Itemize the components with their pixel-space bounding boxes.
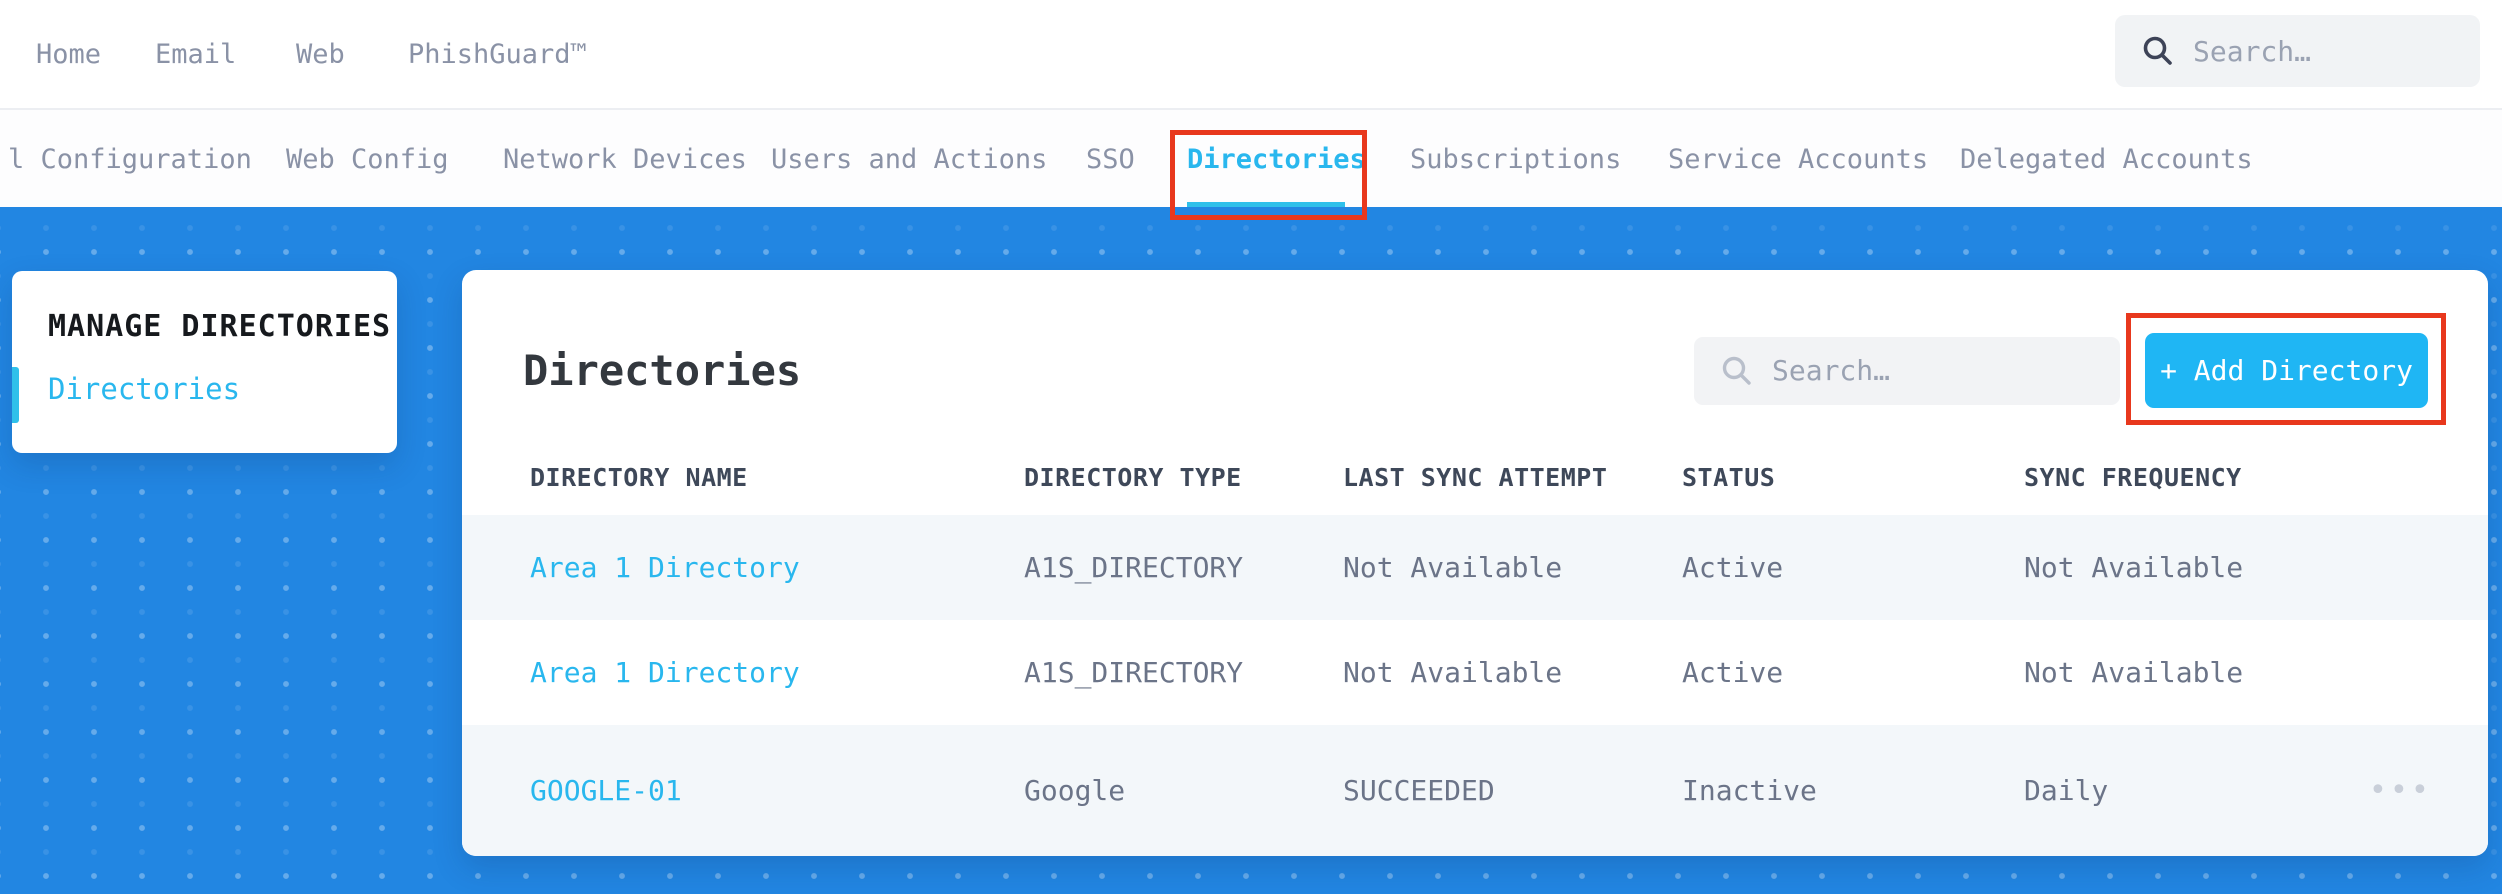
column-header-status: STATUS bbox=[1682, 463, 1776, 492]
table-header-row: DIRECTORY NAME DIRECTORY TYPE LAST SYNC … bbox=[462, 440, 2488, 515]
directories-search-input[interactable]: Search… bbox=[1694, 336, 2120, 405]
sub-nav-delegated-accounts[interactable]: Delegated Accounts bbox=[1960, 110, 2253, 209]
directories-panel: Directories Search… + Add Directory DIRE… bbox=[462, 270, 2488, 856]
directory-type-cell: Google bbox=[1024, 774, 1126, 807]
table-row: Area 1 Directory A1S_DIRECTORY Not Avail… bbox=[462, 620, 2488, 725]
sub-nav-sso[interactable]: SSO bbox=[1086, 110, 1135, 209]
add-directory-button[interactable]: + Add Directory bbox=[2145, 333, 2428, 408]
last-sync-attempt-cell: Not Available bbox=[1343, 551, 1563, 584]
sub-nav-bar: l Configuration Web Config Network Devic… bbox=[0, 108, 2502, 209]
sync-frequency-cell: Not Available bbox=[2024, 656, 2244, 689]
sidebar-item-directories[interactable]: Directories bbox=[48, 372, 397, 406]
sub-nav-configuration-label: l Configuration bbox=[8, 144, 252, 175]
top-nav-web[interactable]: Web bbox=[296, 0, 345, 108]
status-cell: Active bbox=[1682, 551, 1784, 584]
table-row: GOOGLE-01 Google SUCCEEDED Inactive Dail… bbox=[462, 725, 2488, 856]
sub-nav-subscriptions-label: Subscriptions bbox=[1410, 144, 1622, 175]
top-nav-bar: Home Email Web PhishGuard™ Search… bbox=[0, 0, 2502, 108]
sub-nav-directories-label: Directories bbox=[1187, 144, 1366, 175]
last-sync-attempt-cell: SUCCEEDED bbox=[1343, 774, 1495, 807]
column-header-directory-type: DIRECTORY TYPE bbox=[1024, 463, 1242, 492]
sub-nav-web-config[interactable]: Web Config bbox=[286, 110, 449, 209]
sub-nav-subscriptions[interactable]: Subscriptions bbox=[1410, 110, 1621, 209]
directory-name-link[interactable]: GOOGLE-01 bbox=[530, 774, 1024, 807]
top-nav-phishguard[interactable]: PhishGuard™ bbox=[408, 0, 587, 108]
table-row: Area 1 Directory A1S_DIRECTORY Not Avail… bbox=[462, 515, 2488, 620]
sub-nav-delegated-accounts-label: Delegated Accounts bbox=[1960, 144, 2253, 175]
sub-nav-network-devices[interactable]: Network Devices bbox=[503, 110, 747, 209]
status-cell: Inactive bbox=[1682, 774, 1817, 807]
table-body: Area 1 Directory A1S_DIRECTORY Not Avail… bbox=[462, 515, 2488, 856]
top-nav-web-label: Web bbox=[296, 38, 345, 70]
column-header-sync-frequency: SYNC FREQUENCY bbox=[2024, 463, 2242, 492]
column-header-last-sync-attempt: LAST SYNC ATTEMPT bbox=[1343, 463, 1608, 492]
top-nav-phishguard-label: PhishGuard™ bbox=[408, 38, 587, 70]
page-title: Directories bbox=[523, 346, 802, 395]
active-item-indicator-bar bbox=[12, 367, 19, 423]
directory-name-link[interactable]: Area 1 Directory bbox=[530, 656, 1024, 689]
sub-nav-users-and-actions-label: Users and Actions bbox=[771, 144, 1048, 175]
sub-nav-directories[interactable]: Directories bbox=[1187, 110, 1366, 209]
sub-nav-users-and-actions[interactable]: Users and Actions bbox=[771, 110, 1047, 209]
sync-frequency-cell: Daily bbox=[2024, 774, 2109, 807]
manage-directories-card: MANAGE DIRECTORIES Directories bbox=[12, 271, 397, 453]
sub-nav-service-accounts-label: Service Accounts bbox=[1668, 144, 1929, 175]
last-sync-attempt-cell: Not Available bbox=[1343, 656, 1563, 689]
sync-frequency-cell: Not Available bbox=[2024, 551, 2244, 584]
column-header-directory-name: DIRECTORY NAME bbox=[530, 463, 748, 492]
top-nav-home-label: Home bbox=[36, 38, 102, 70]
top-nav-email-label: Email bbox=[155, 38, 237, 70]
global-search-placeholder: Search… bbox=[2193, 34, 2312, 68]
top-nav-home[interactable]: Home bbox=[36, 0, 101, 108]
search-icon bbox=[1722, 356, 1751, 385]
sub-nav-web-config-label: Web Config bbox=[286, 144, 449, 175]
sub-nav-sso-label: SSO bbox=[1086, 144, 1135, 175]
directory-type-cell: A1S_DIRECTORY bbox=[1024, 551, 1244, 584]
status-cell: Active bbox=[1682, 656, 1784, 689]
directory-type-cell: A1S_DIRECTORY bbox=[1024, 656, 1244, 689]
row-more-options-icon[interactable]: ••• bbox=[2354, 773, 2432, 808]
search-icon bbox=[2143, 36, 2172, 65]
sub-nav-network-devices-label: Network Devices bbox=[503, 144, 747, 175]
directories-search-placeholder: Search… bbox=[1772, 354, 1891, 387]
directory-name-link[interactable]: Area 1 Directory bbox=[530, 551, 1024, 584]
sub-nav-service-accounts[interactable]: Service Accounts bbox=[1668, 110, 1928, 209]
manage-directories-heading: MANAGE DIRECTORIES bbox=[48, 309, 392, 344]
sub-nav-configuration[interactable]: l Configuration bbox=[8, 110, 252, 209]
top-nav-email[interactable]: Email bbox=[155, 0, 236, 108]
panel-header: Directories Search… + Add Directory bbox=[462, 333, 2488, 408]
global-search-input[interactable]: Search… bbox=[2115, 15, 2480, 87]
